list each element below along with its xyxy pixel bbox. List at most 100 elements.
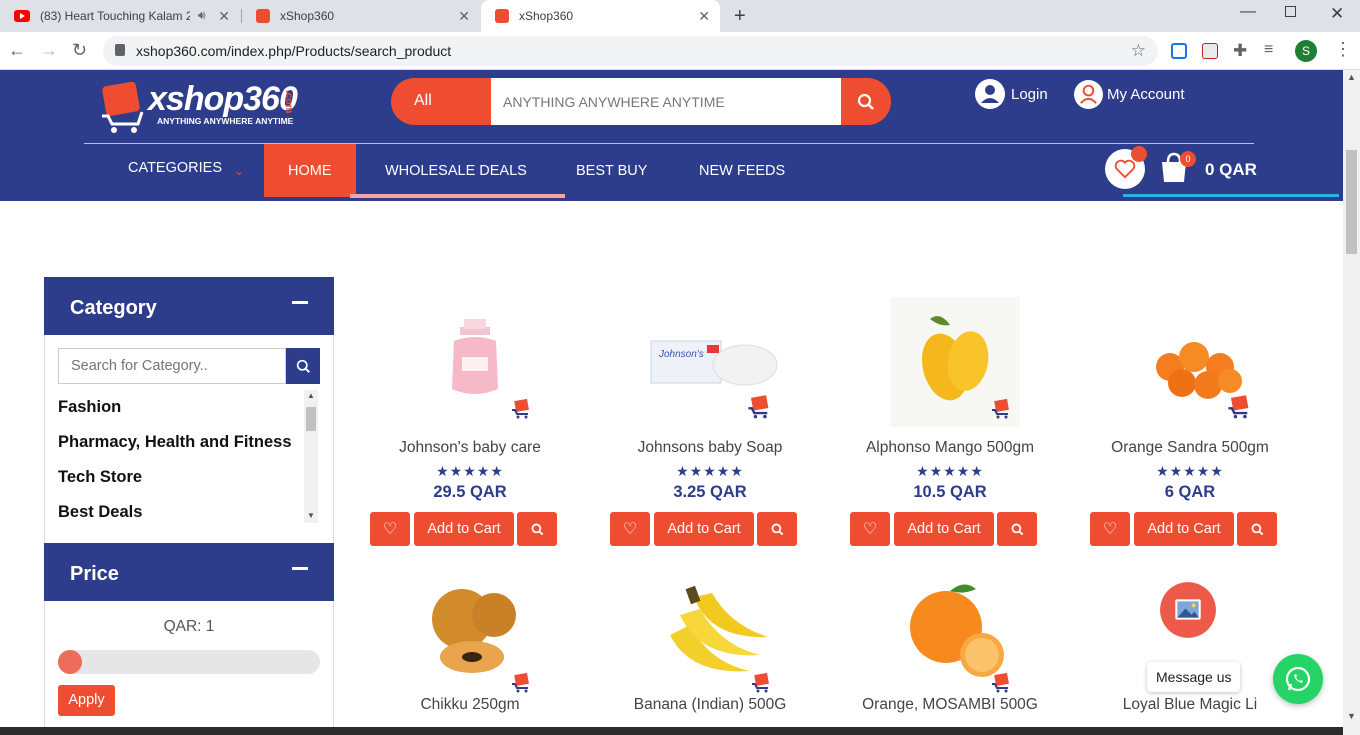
product-card[interactable]: Orange Sandra 500gm ★★★★★ 6 QAR ♡ Add to…: [1090, 287, 1290, 547]
category-item-pharmacy[interactable]: Pharmacy, Health and Fitness: [58, 433, 292, 452]
product-name[interactable]: Chikku 250gm: [370, 696, 570, 714]
close-tab-icon[interactable]: ✕: [698, 9, 710, 23]
product-card[interactable]: Loyal Blue Magic Li: [1090, 565, 1290, 735]
add-to-cart-button[interactable]: Add to Cart: [414, 512, 514, 546]
add-cart-icon[interactable]: [746, 393, 772, 419]
site-logo[interactable]: xshop360 .com ANYTHING ANYWHERE ANYTIME: [100, 76, 310, 138]
scroll-up-arrow-icon[interactable]: ▲: [307, 391, 315, 400]
media-control-icon[interactable]: ≡: [1264, 41, 1273, 59]
add-to-wishlist-button[interactable]: ♡: [610, 512, 650, 546]
whatsapp-chat-button[interactable]: [1273, 654, 1323, 704]
scroll-down-arrow-icon[interactable]: ▼: [307, 511, 315, 520]
forward-icon[interactable]: →: [40, 41, 58, 59]
category-search-input[interactable]: [58, 348, 286, 384]
login-link[interactable]: Login: [975, 79, 1048, 109]
category-scrollbar[interactable]: ▲ ▼: [304, 390, 318, 523]
product-card[interactable]: Orange, MOSAMBI 500G: [850, 565, 1050, 735]
category-item-best-deals[interactable]: Best Deals: [58, 503, 142, 522]
product-card[interactable]: Chikku 250gm: [370, 565, 570, 735]
lock-icon[interactable]: [115, 44, 125, 56]
add-cart-icon[interactable]: [990, 671, 1012, 693]
browser-menu-icon[interactable]: ⋮: [1334, 39, 1352, 60]
close-tab-icon[interactable]: ✕: [218, 9, 230, 23]
product-name[interactable]: Alphonso Mango 500gm: [850, 439, 1050, 457]
product-name[interactable]: Johnson's baby care: [370, 439, 570, 457]
my-account-link[interactable]: My Account: [1074, 79, 1185, 109]
whatsapp-message-label[interactable]: Message us: [1147, 662, 1241, 692]
product-name[interactable]: Loyal Blue Magic Li: [1090, 696, 1290, 714]
tab-xshop-1[interactable]: xShop360 ✕: [242, 0, 480, 32]
translate-extension-icon[interactable]: [1171, 43, 1187, 59]
product-image-banana[interactable]: [650, 575, 780, 685]
quick-view-button[interactable]: [997, 512, 1037, 546]
placeholder-image-icon[interactable]: [1155, 577, 1221, 643]
minimize-icon[interactable]: —: [1240, 3, 1256, 21]
reload-icon[interactable]: ↻: [72, 41, 87, 59]
price-slider-track[interactable]: [58, 650, 320, 674]
scroll-down-arrow-icon[interactable]: ▼: [1347, 711, 1356, 721]
add-cart-icon[interactable]: [510, 397, 532, 419]
product-card[interactable]: Banana (Indian) 500G: [610, 565, 810, 735]
page-scrollbar[interactable]: ▲ ▼: [1343, 70, 1360, 735]
product-card[interactable]: Johnson's baby care ★★★★★ 29.5 QAR ♡ Add…: [370, 287, 570, 547]
product-name[interactable]: Johnsons baby Soap: [610, 439, 810, 457]
tab-youtube[interactable]: (83) Heart Touching Kalam 2( 🔊︎ ✕: [0, 0, 240, 32]
add-cart-icon[interactable]: [750, 671, 772, 693]
search-button[interactable]: [841, 78, 891, 125]
close-tab-icon[interactable]: ✕: [458, 9, 470, 23]
cart-button[interactable]: 0: [1158, 150, 1196, 186]
page-scroll-thumb[interactable]: [1346, 150, 1357, 254]
nav-bestbuy-label: BEST BUY: [576, 162, 648, 179]
scroll-thumb[interactable]: [306, 407, 316, 431]
product-card[interactable]: Johnson's Johnsons baby Soap ★★★★★ 3.25 …: [610, 287, 810, 547]
new-tab-icon[interactable]: +: [734, 5, 746, 28]
price-panel-header[interactable]: Price: [44, 543, 334, 601]
collapse-minus-icon[interactable]: [292, 301, 308, 304]
pocket-extension-icon[interactable]: [1202, 43, 1218, 59]
extensions-puzzle-icon[interactable]: ✚: [1233, 41, 1247, 61]
add-cart-icon[interactable]: [510, 671, 532, 693]
collapse-minus-icon[interactable]: [292, 567, 308, 570]
nav-wholesale-deals[interactable]: WHOLESALE DEALS: [361, 144, 551, 197]
category-panel-header[interactable]: Category: [44, 277, 334, 335]
speaker-icon[interactable]: 🔊︎: [198, 8, 206, 23]
address-bar[interactable]: xshop360.com/index.php/Products/search_p…: [103, 36, 1158, 66]
search-scope-select[interactable]: All: [414, 92, 432, 110]
add-cart-icon[interactable]: [990, 397, 1012, 419]
product-card[interactable]: Alphonso Mango 500gm ★★★★★ 10.5 QAR ♡ Ad…: [850, 287, 1050, 547]
bookmark-star-icon[interactable]: ☆: [1131, 41, 1146, 61]
tab-xshop-active[interactable]: xShop360 ✕: [481, 0, 720, 32]
nav-new-feeds[interactable]: NEW FEEDS: [675, 144, 809, 197]
category-search-button[interactable]: [286, 348, 320, 384]
close-window-icon[interactable]: ✕: [1330, 4, 1344, 24]
product-image-orange[interactable]: [890, 575, 1020, 685]
category-item-fashion[interactable]: Fashion: [58, 398, 121, 417]
apply-price-button[interactable]: Apply: [58, 685, 115, 716]
add-to-cart-button[interactable]: Add to Cart: [894, 512, 994, 546]
maximize-icon[interactable]: [1285, 6, 1296, 17]
add-to-cart-button[interactable]: Add to Cart: [654, 512, 754, 546]
product-name[interactable]: Orange Sandra 500gm: [1090, 439, 1290, 457]
search-input[interactable]: [491, 78, 841, 125]
scroll-up-arrow-icon[interactable]: ▲: [1347, 72, 1356, 82]
product-name[interactable]: Orange, MOSAMBI 500G: [850, 696, 1050, 714]
quick-view-button[interactable]: [517, 512, 557, 546]
nav-categories[interactable]: CATEGORIES ⌄: [104, 144, 268, 197]
price-slider-thumb[interactable]: [58, 650, 82, 674]
wishlist-button[interactable]: [1105, 146, 1147, 189]
product-name[interactable]: Banana (Indian) 500G: [610, 696, 810, 714]
add-to-wishlist-button[interactable]: ♡: [370, 512, 410, 546]
quick-view-button[interactable]: [757, 512, 797, 546]
profile-avatar[interactable]: S: [1295, 40, 1317, 62]
back-icon[interactable]: ←: [8, 41, 26, 59]
add-cart-icon[interactable]: [1226, 393, 1252, 419]
add-to-wishlist-button[interactable]: ♡: [850, 512, 890, 546]
add-to-cart-button[interactable]: Add to Cart: [1134, 512, 1234, 546]
add-to-wishlist-button[interactable]: ♡: [1090, 512, 1130, 546]
quick-view-button[interactable]: [1237, 512, 1277, 546]
product-image-chikku[interactable]: [410, 575, 540, 685]
search-icon: [771, 523, 783, 535]
nav-home[interactable]: HOME: [264, 144, 356, 197]
nav-best-buy[interactable]: BEST BUY: [552, 144, 671, 197]
category-item-tech-store[interactable]: Tech Store: [58, 468, 142, 487]
